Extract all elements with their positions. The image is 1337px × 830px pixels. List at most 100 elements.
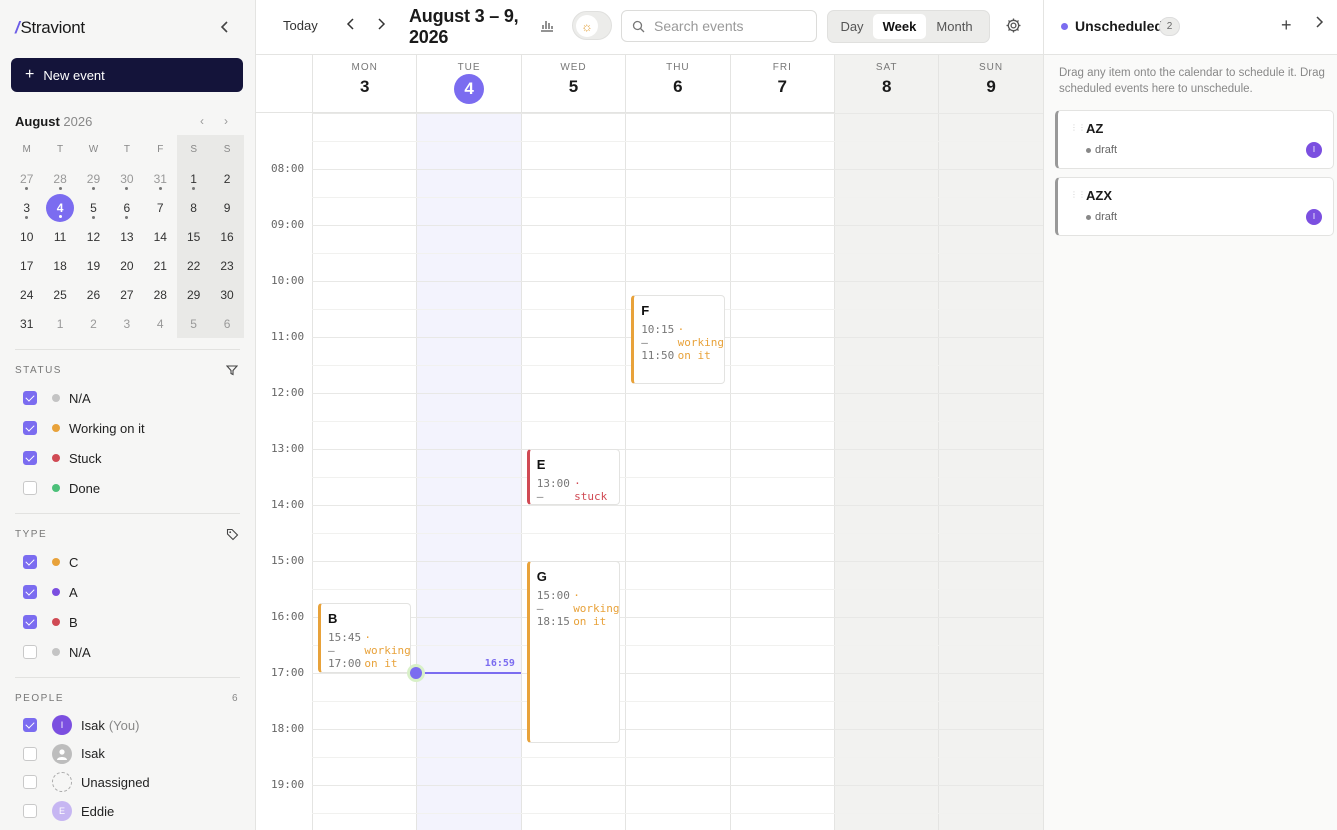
type-filter-b[interactable]: B <box>23 612 78 632</box>
settings-button[interactable] <box>1005 17 1022 37</box>
mini-day[interactable]: 31 <box>10 309 43 338</box>
collapse-panel-button[interactable] <box>1314 15 1324 34</box>
people-filter-eddie[interactable]: E Eddie <box>23 801 114 822</box>
mini-day[interactable]: 2 <box>210 164 244 193</box>
day-header-mon[interactable]: MON 3 <box>312 55 416 113</box>
checkbox[interactable] <box>23 391 37 405</box>
mini-day[interactable]: 27 <box>10 164 43 193</box>
add-unscheduled-button[interactable]: + <box>1281 15 1292 36</box>
day-column[interactable] <box>938 113 1043 830</box>
theme-toggle[interactable]: ☼ <box>572 11 612 40</box>
checkbox[interactable] <box>23 804 37 819</box>
mini-day[interactable]: 14 <box>144 222 177 251</box>
mini-day[interactable]: 30 <box>210 280 244 309</box>
checkbox[interactable] <box>23 718 37 732</box>
mini-day[interactable]: 10 <box>10 222 43 251</box>
status-filter-working-on-it[interactable]: Working on it <box>23 418 145 438</box>
mini-day[interactable]: 1 <box>176 164 211 193</box>
checkbox[interactable] <box>23 746 37 761</box>
mini-day[interactable]: 15 <box>176 222 211 251</box>
mini-day[interactable]: 25 <box>43 280 76 309</box>
event-card[interactable]: F 10:15 – 11:50 · working on it <box>631 295 725 384</box>
tag-icon[interactable] <box>226 528 239 544</box>
checkbox[interactable] <box>23 421 37 435</box>
today-button[interactable]: Today <box>283 18 318 33</box>
view-week-button[interactable]: Week <box>873 14 926 39</box>
status-filter-n-a[interactable]: N/A <box>23 388 91 408</box>
mini-day[interactable]: 2 <box>77 309 110 338</box>
mini-day[interactable]: 21 <box>144 251 177 280</box>
mini-day[interactable]: 29 <box>176 280 211 309</box>
checkbox[interactable] <box>23 775 37 790</box>
prev-week-button[interactable] <box>346 17 356 34</box>
checkbox[interactable] <box>23 481 37 495</box>
mini-day[interactable]: 22 <box>176 251 211 280</box>
mini-next-month-button[interactable]: › <box>224 114 228 128</box>
day-column[interactable] <box>729 113 834 830</box>
type-filter-n-a[interactable]: N/A <box>23 642 91 662</box>
mini-day[interactable]: 9 <box>210 193 244 222</box>
day-header-tue[interactable]: TUE 4 <box>416 55 520 113</box>
mini-day[interactable]: 6 <box>210 309 244 338</box>
mini-day[interactable]: 6 <box>110 193 143 222</box>
mini-day[interactable]: 16 <box>210 222 244 251</box>
filter-icon[interactable] <box>225 364 239 379</box>
day-column[interactable] <box>834 113 939 830</box>
bar-chart-icon[interactable] <box>539 17 555 36</box>
mini-day[interactable]: 5 <box>176 309 211 338</box>
day-header-sun[interactable]: SUN 9 <box>938 55 1043 113</box>
day-header-wed[interactable]: WED 5 <box>520 55 625 113</box>
people-filter-isak[interactable]: Isak <box>23 743 105 764</box>
mini-day[interactable]: 3 <box>10 193 43 222</box>
drag-handle-icon[interactable]: ⋮⋮ <box>1070 123 1086 132</box>
day-column[interactable] <box>416 113 521 830</box>
checkbox[interactable] <box>23 555 37 569</box>
mini-day[interactable]: 19 <box>77 251 110 280</box>
view-day-button[interactable]: Day <box>831 14 873 39</box>
collapse-sidebar-button[interactable] <box>217 20 233 40</box>
search-input[interactable]: Search events <box>621 10 817 42</box>
day-header-sat[interactable]: SAT 8 <box>834 55 939 113</box>
unscheduled-item[interactable]: ⋮⋮ AZX draft I <box>1055 177 1334 236</box>
type-filter-a[interactable]: A <box>23 582 78 602</box>
mini-day[interactable]: 12 <box>77 222 110 251</box>
mini-day[interactable]: 30 <box>110 164 143 193</box>
day-header-fri[interactable]: FRI 7 <box>729 55 834 113</box>
checkbox[interactable] <box>23 585 37 599</box>
drag-handle-icon[interactable]: ⋮⋮ <box>1070 190 1086 199</box>
event-card[interactable]: E13:00 – 14:00· stuck <box>526 449 621 505</box>
mini-day[interactable]: 24 <box>10 280 43 309</box>
mini-day[interactable]: 1 <box>43 309 76 338</box>
event-card[interactable]: B 15:45 – 17:00 · working on it <box>318 603 412 673</box>
mini-day[interactable]: 17 <box>10 251 43 280</box>
checkbox[interactable] <box>23 451 37 465</box>
type-filter-c[interactable]: C <box>23 552 78 572</box>
mini-day[interactable]: 27 <box>110 280 143 309</box>
mini-day[interactable]: 28 <box>43 164 76 193</box>
mini-day[interactable]: 18 <box>43 251 76 280</box>
next-week-button[interactable] <box>376 17 386 34</box>
day-header-thu[interactable]: THU 6 <box>625 55 729 113</box>
mini-day[interactable]: 23 <box>210 251 244 280</box>
mini-day[interactable]: 3 <box>110 309 143 338</box>
mini-day[interactable]: 8 <box>176 193 211 222</box>
mini-prev-month-button[interactable]: ‹ <box>200 114 204 128</box>
checkbox[interactable] <box>23 645 37 659</box>
app-logo[interactable]: / Straviont <box>15 18 85 38</box>
mini-day[interactable]: 29 <box>77 164 110 193</box>
status-filter-done[interactable]: Done <box>23 478 100 498</box>
people-filter-isak[interactable]: I Isak (You) <box>23 715 139 735</box>
mini-day[interactable]: 26 <box>77 280 110 309</box>
mini-day-today[interactable]: 4 <box>43 193 76 222</box>
checkbox[interactable] <box>23 615 37 629</box>
unscheduled-item[interactable]: ⋮⋮ AZ draft I <box>1055 110 1334 169</box>
view-month-button[interactable]: Month <box>926 14 983 39</box>
mini-day[interactable]: 28 <box>144 280 177 309</box>
mini-day[interactable]: 13 <box>110 222 143 251</box>
mini-day[interactable]: 7 <box>144 193 177 222</box>
mini-day[interactable]: 4 <box>144 309 177 338</box>
event-card[interactable]: G 15:00 – 18:15 · working on it <box>526 561 621 743</box>
day-column[interactable] <box>625 113 729 830</box>
mini-day[interactable]: 11 <box>43 222 76 251</box>
day-column[interactable] <box>312 113 416 830</box>
